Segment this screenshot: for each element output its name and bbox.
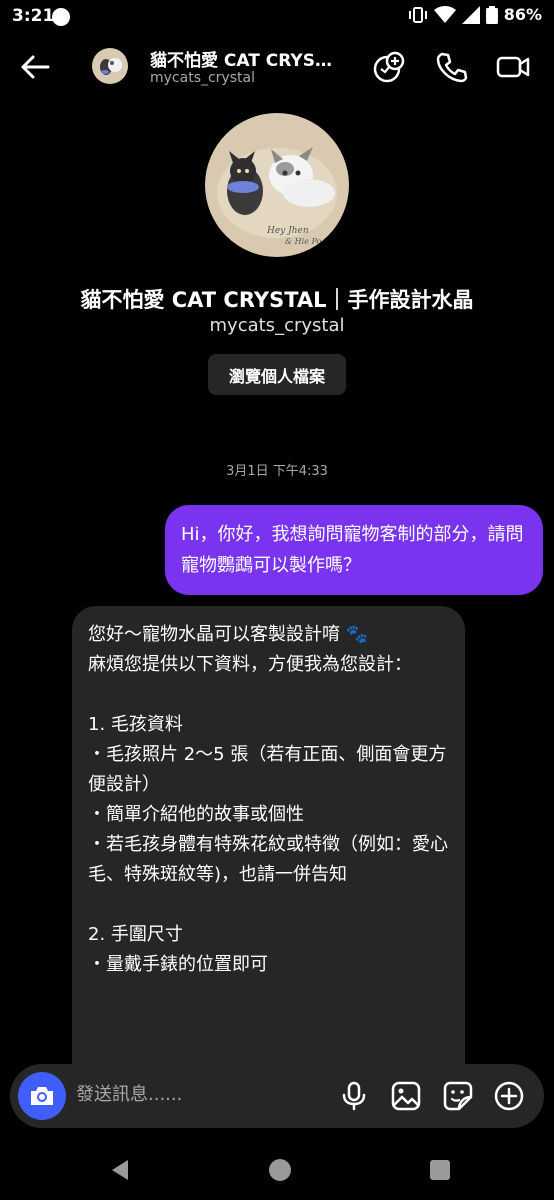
signal-icon (461, 5, 480, 24)
notification-dot-icon (52, 8, 70, 26)
header-name[interactable]: 貓不怕愛 CAT CRYST... (150, 46, 340, 71)
camera-button[interactable] (18, 1072, 66, 1120)
vibrate-icon (408, 6, 427, 23)
status-time: 3:21 (12, 6, 55, 26)
camera-icon (31, 1087, 53, 1105)
message-timestamp: 3月1日 下午4:33 (226, 464, 328, 479)
chat-header: 貓不怕愛 CAT CRYST... mycats_crystal (0, 36, 554, 98)
message-line (88, 890, 449, 920)
message-line: 2. 手圍尺寸 (88, 924, 183, 945)
view-profile-button[interactable]: 瀏覽個人檔案 (208, 354, 346, 395)
incoming-message[interactable]: 您好～寵物水晶可以客製設計唷 🐾 麻煩您提供以下資料，方便我為您設計： 1. 毛… (72, 606, 465, 1076)
message-input[interactable] (76, 1084, 326, 1105)
video-camera-icon[interactable] (496, 50, 530, 84)
header-avatar[interactable] (92, 48, 128, 84)
battery-icon (485, 5, 498, 24)
nav-home-icon[interactable] (268, 1158, 292, 1182)
system-nav-bar (0, 1140, 554, 1200)
profile-handle: mycats_crystal (209, 315, 345, 336)
message-line: 麻煩您提供以下資料，方便我為您設計： (88, 654, 412, 675)
profile-name: 貓不怕愛 CAT CRYSTAL｜手作設計水晶 (80, 288, 474, 312)
video-chat-icon[interactable] (372, 50, 406, 84)
svg-text:& Hie Po: & Hie Po (285, 237, 322, 246)
message-composer (10, 1064, 544, 1128)
message-line (88, 680, 449, 710)
message-line: ・若毛孩身體有特殊花紋或特徵（例如：愛心毛、特殊斑紋等)，也請一併告知 (88, 834, 448, 885)
svg-text:Hey Jhen: Hey Jhen (266, 226, 309, 236)
message-line: 1. 毛孩資料 (88, 714, 183, 735)
message-line: 您好～寵物水晶可以客製設計唷 🐾 (88, 624, 369, 645)
gallery-icon[interactable] (390, 1080, 422, 1112)
plus-icon[interactable] (493, 1080, 525, 1112)
back-arrow-icon[interactable] (18, 50, 52, 84)
nav-recents-icon[interactable] (428, 1158, 452, 1182)
message-line: ・毛孩照片 2～5 張（若有正面、側面會更方便設計） (88, 744, 447, 795)
status-bar: 3:21 86% (0, 0, 554, 34)
header-handle[interactable]: mycats_crystal (150, 70, 255, 86)
message-line: ・量戴手錶的位置即可 (88, 954, 268, 975)
wifi-icon (433, 5, 456, 23)
phone-icon[interactable] (434, 50, 468, 84)
status-icons: 86% (408, 5, 542, 24)
nav-back-icon[interactable] (108, 1158, 132, 1182)
sticker-icon[interactable] (442, 1080, 474, 1112)
microphone-icon[interactable] (338, 1080, 370, 1112)
battery-level: 86% (503, 5, 542, 24)
profile-avatar[interactable]: Hey Jhen & Hie Po (205, 113, 349, 257)
message-line: ・簡單介紹他的故事或個性 (88, 804, 304, 825)
outgoing-message[interactable]: Hi，你好，我想詢問寵物客制的部分，請問寵物鸚鵡可以製作嗎？ (165, 505, 543, 595)
